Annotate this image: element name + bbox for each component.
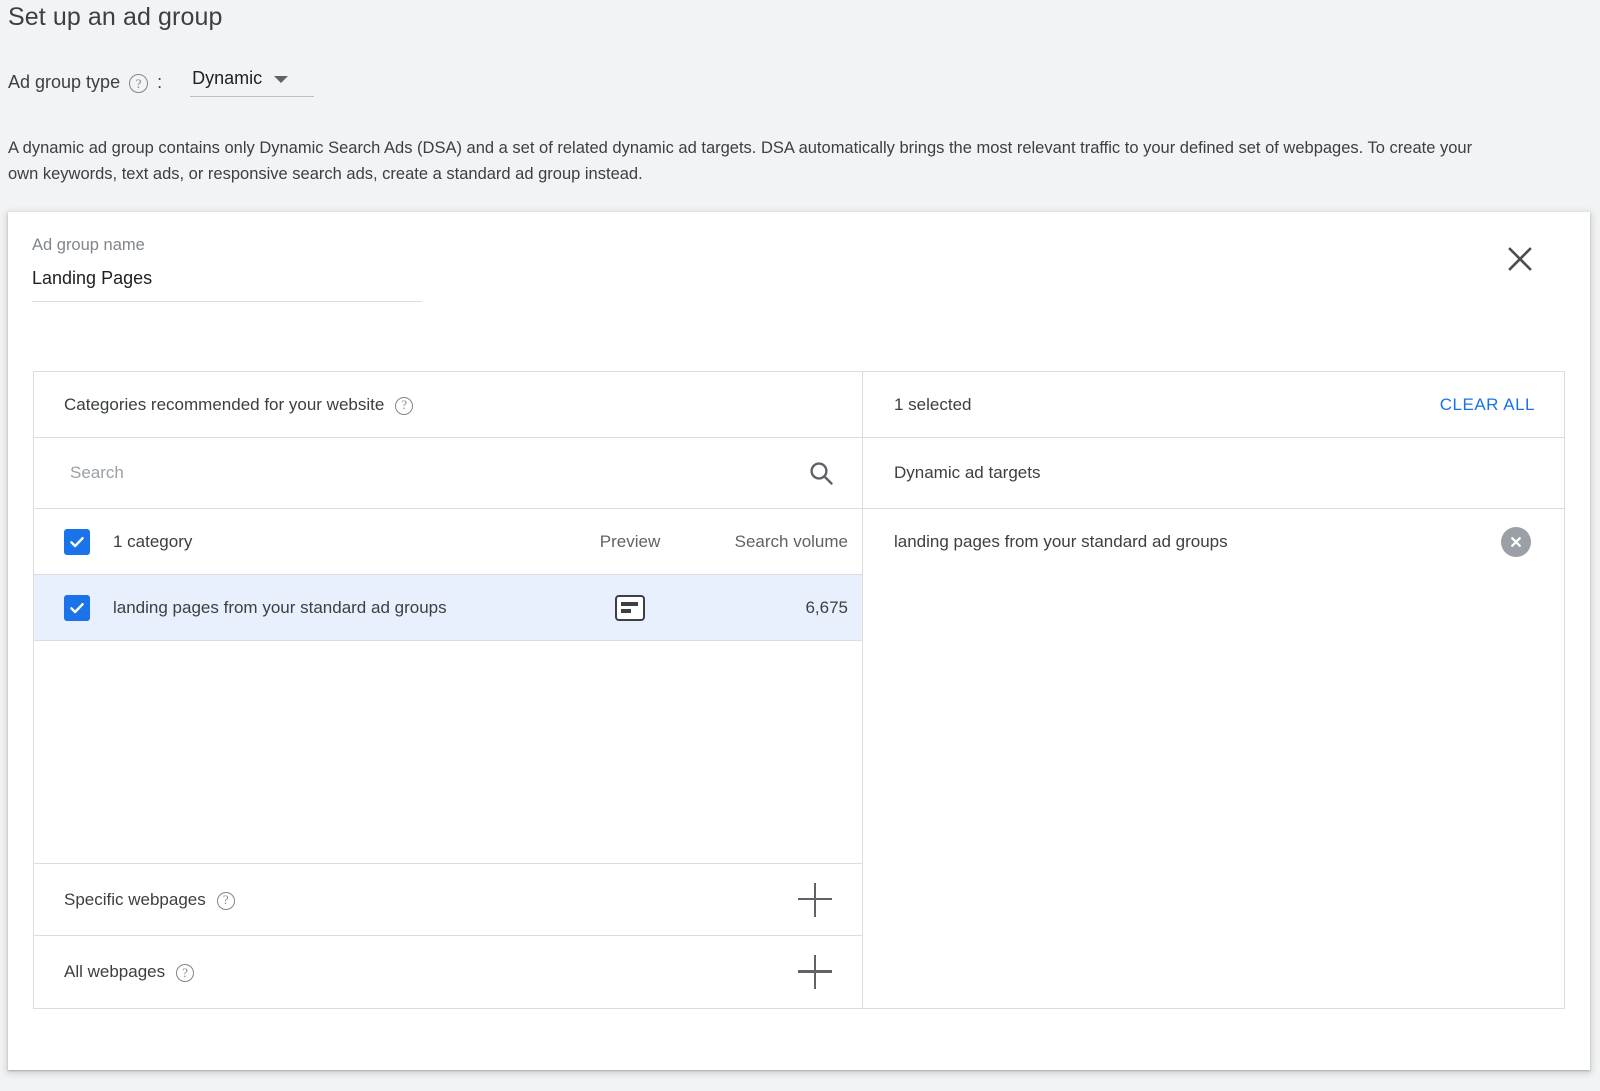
plus-icon[interactable]	[798, 882, 832, 917]
ad-group-name-value: Landing Pages	[32, 268, 153, 288]
selected-column: 1 selected CLEAR ALL Dynamic ad targets …	[863, 372, 1564, 1008]
ad-group-name-label: Ad group name	[32, 236, 145, 254]
selected-count: 1 selected	[894, 394, 972, 414]
clear-all-button[interactable]: CLEAR ALL	[1440, 395, 1535, 415]
categories-column: Categories recommended for your website …	[34, 372, 863, 1008]
preview-column-header: Preview	[599, 531, 661, 551]
target-label: landing pages from your standard ad grou…	[894, 532, 1228, 551]
help-icon[interactable]: ?	[395, 396, 414, 415]
dynamic-ad-targets-header: Dynamic ad targets	[863, 438, 1564, 509]
select-all-checkbox[interactable]	[64, 528, 90, 555]
targeting-panel: Categories recommended for your website …	[33, 371, 1565, 1009]
ad-group-type-select[interactable]: Dynamic	[190, 68, 315, 97]
page-title: Set up an ad group	[8, 3, 223, 31]
ad-group-type-description: A dynamic ad group contains only Dynamic…	[8, 139, 1473, 183]
specific-webpages-row[interactable]: Specific webpages ?	[34, 864, 862, 936]
category-label: landing pages from your standard ad grou…	[113, 597, 447, 617]
help-icon[interactable]: ?	[216, 891, 235, 910]
categories-header-label: Categories recommended for your website	[64, 394, 385, 414]
dynamic-ad-targets-label: Dynamic ad targets	[894, 463, 1041, 482]
row-checkbox[interactable]	[64, 594, 90, 621]
preview-cell[interactable]	[570, 594, 690, 621]
ad-group-type-value: Dynamic	[192, 68, 263, 88]
close-icon[interactable]	[1503, 242, 1537, 276]
category-count-label: 1 category	[113, 531, 193, 551]
help-icon[interactable]: ?	[129, 74, 149, 93]
plus-icon[interactable]	[798, 955, 832, 989]
webpage-preview-icon	[615, 594, 645, 621]
selected-empty-space	[863, 575, 1564, 1008]
help-icon[interactable]: ?	[176, 964, 195, 982]
ad-group-type-row: Ad group type ? : Dynamic	[8, 68, 315, 97]
search-volume-column-header: Search volume	[734, 531, 848, 551]
remove-circle-icon[interactable]	[1501, 527, 1531, 557]
specific-webpages-left: Specific webpages ?	[64, 890, 235, 910]
categories-header: Categories recommended for your website …	[34, 372, 862, 438]
all-webpages-row[interactable]: All webpages ?	[34, 936, 862, 1008]
search-volume-value: 6,675	[805, 597, 848, 617]
list-item: landing pages from your standard ad grou…	[863, 509, 1564, 575]
specific-webpages-label: Specific webpages	[64, 889, 206, 909]
all-webpages-label: All webpages	[64, 962, 166, 981]
all-webpages-left: All webpages ?	[64, 962, 195, 982]
chevron-down-icon	[274, 76, 289, 83]
ad-group-type-label: Ad group type	[8, 72, 121, 92]
ad-group-setup-page: Set up an ad group Ad group type ? : Dyn…	[0, 0, 1600, 1091]
categories-table-header: 1 category Preview Search volume	[34, 509, 862, 575]
colon-separator: :	[157, 72, 163, 92]
ad-group-name-field[interactable]: Landing Pages	[32, 268, 422, 302]
search-row	[34, 438, 862, 509]
ad-group-card: Ad group name Landing Pages Categories r…	[8, 212, 1590, 1070]
table-empty-space	[34, 641, 862, 864]
search-icon[interactable]	[806, 458, 836, 488]
search-input[interactable]	[70, 463, 690, 483]
table-row[interactable]: landing pages from your standard ad grou…	[34, 575, 862, 641]
selected-header: 1 selected CLEAR ALL	[863, 372, 1564, 438]
